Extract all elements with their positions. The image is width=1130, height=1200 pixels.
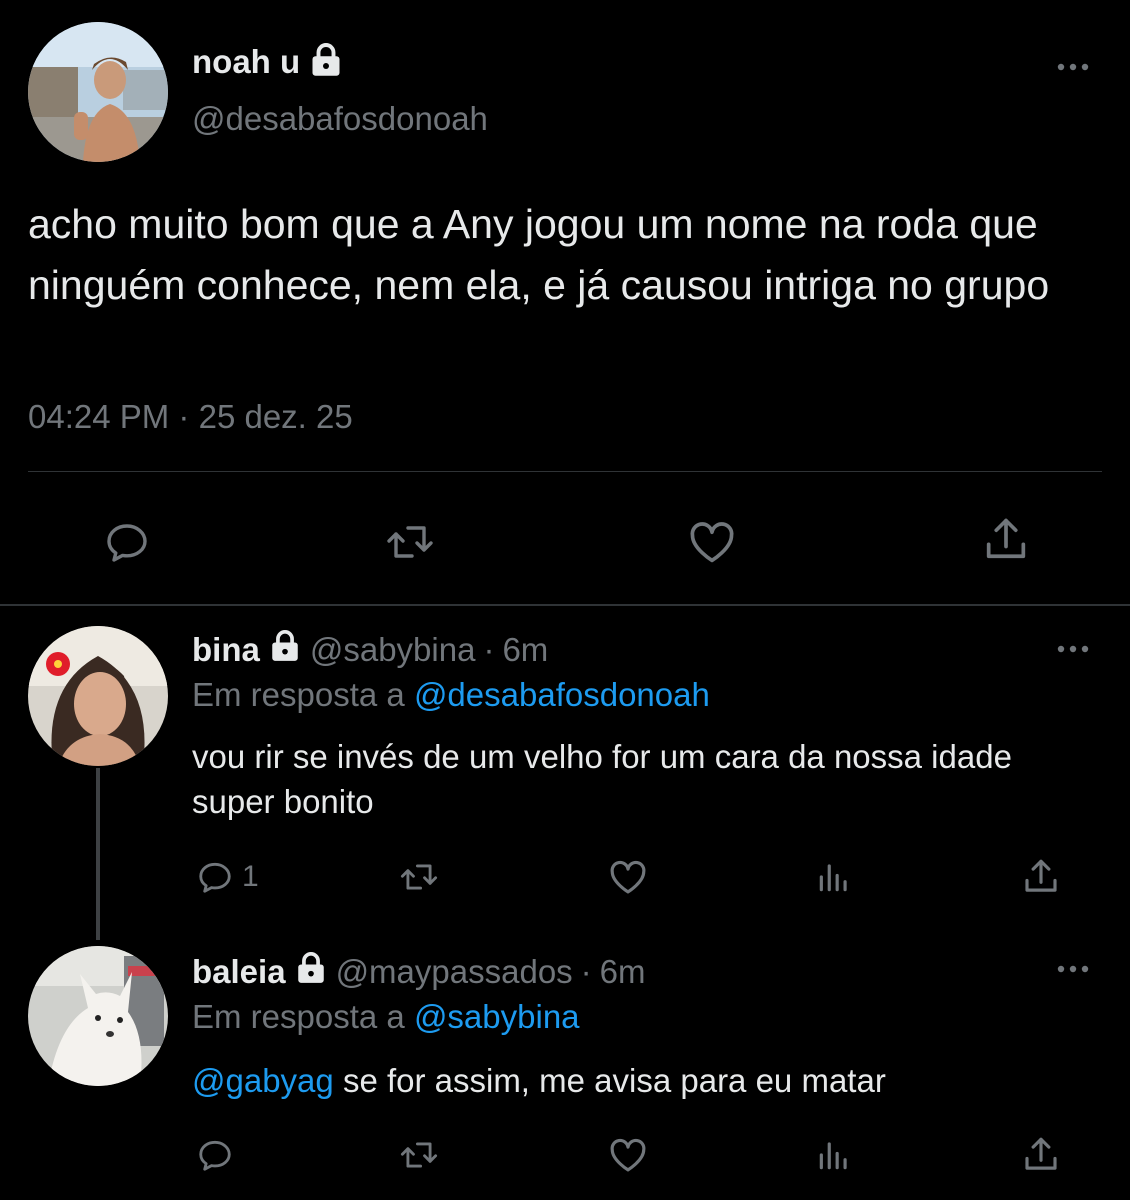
avatar[interactable] <box>28 946 168 1086</box>
separator: · <box>178 398 190 435</box>
reply-action[interactable]: 1 <box>196 858 259 896</box>
analytics-icon[interactable] <box>814 1136 854 1174</box>
age: 6m <box>502 631 549 668</box>
display-name[interactable]: bina <box>192 631 260 669</box>
tweet-text: @gabyag se for assim, me avisa para eu m… <box>192 1058 1092 1103</box>
tweet-text: vou rir se invés de um velho for um cara… <box>192 738 1012 820</box>
reply-context: Em resposta a @sabybina <box>192 998 580 1036</box>
reply-prefix: Em resposta a <box>192 676 405 713</box>
reply-to-link[interactable]: @sabybina <box>414 998 580 1035</box>
reply-header: bina @sabybina · 6m <box>192 628 548 672</box>
share-icon[interactable] <box>980 514 1032 566</box>
display-name[interactable]: baleia <box>192 953 286 991</box>
more-options-icon[interactable] <box>1056 962 1090 981</box>
timestamp[interactable]: 04:24 PM · 25 dez. 25 <box>28 398 353 436</box>
like-icon[interactable] <box>607 1134 649 1176</box>
more-options-icon[interactable] <box>1056 60 1090 79</box>
display-name[interactable]: noah u <box>192 43 300 81</box>
like-icon[interactable] <box>607 856 649 898</box>
separator: · <box>483 631 495 668</box>
reply-icon <box>196 858 234 896</box>
reply-header: baleia @maypassados · 6m <box>192 950 646 994</box>
reply-context: Em resposta a @desabafosdonoah <box>192 676 710 714</box>
tweet-body: se for assim, me avisa para eu matar <box>342 1062 886 1099</box>
reply-prefix: Em resposta a <box>192 998 405 1035</box>
time: 04:24 PM <box>28 398 170 435</box>
handle[interactable]: @desabafosdonoah <box>192 100 488 138</box>
share-icon[interactable] <box>1020 856 1062 898</box>
lock-icon <box>268 629 302 671</box>
share-icon[interactable] <box>1020 1134 1062 1176</box>
retweet-icon[interactable] <box>398 1136 440 1174</box>
reply-thread-line <box>96 768 100 940</box>
date: 25 dez. 25 <box>198 398 353 435</box>
like-icon[interactable] <box>686 516 738 568</box>
more-options-icon[interactable] <box>1056 642 1090 661</box>
retweet-icon[interactable] <box>384 518 436 566</box>
reply-icon[interactable] <box>196 1136 234 1174</box>
divider <box>28 471 1102 472</box>
separator: · <box>580 953 592 990</box>
handle[interactable]: @sabybina <box>310 631 476 669</box>
avatar[interactable] <box>28 22 168 162</box>
handle[interactable]: @maypassados <box>336 953 573 991</box>
mention-link[interactable]: @gabyag <box>192 1062 334 1099</box>
reply-to-link[interactable]: @desabafosdonoah <box>414 676 710 713</box>
divider <box>0 604 1130 606</box>
lock-icon <box>294 951 328 993</box>
avatar[interactable] <box>28 626 168 766</box>
reply-count: 1 <box>242 860 259 893</box>
age: 6m <box>599 953 646 990</box>
tweet-text: acho muito bom que a Any jogou um nome n… <box>28 201 1050 308</box>
lock-icon <box>308 42 344 83</box>
analytics-icon[interactable] <box>814 858 854 896</box>
reply-icon[interactable] <box>103 518 151 566</box>
author-name-row: noah u <box>192 40 344 84</box>
retweet-icon[interactable] <box>398 858 440 896</box>
